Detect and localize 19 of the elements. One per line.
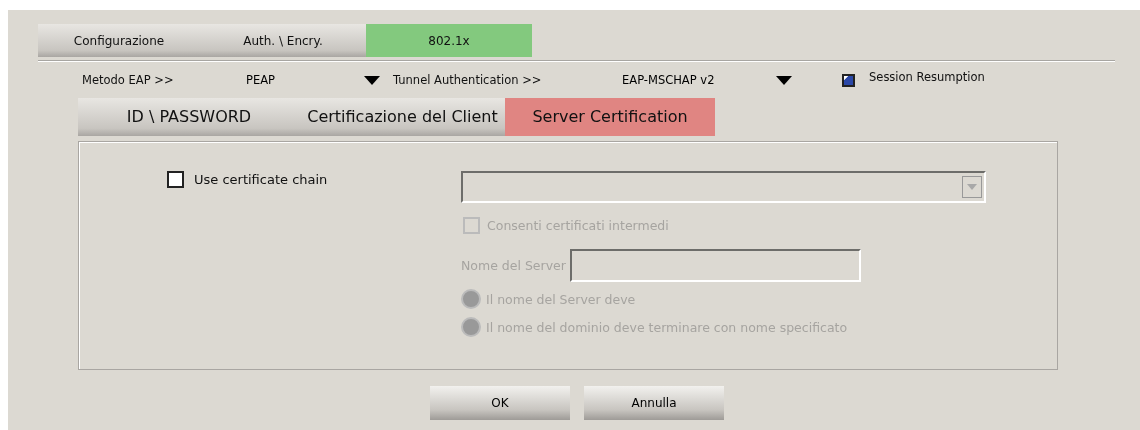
- checkbox-label: Use certificate chain: [194, 171, 328, 188]
- tab[interactable]: Certificazione del Client: [300, 98, 505, 136]
- tab[interactable]: 802.1x: [366, 24, 532, 57]
- caret-icon: [776, 75, 792, 85]
- tab[interactable]: Configurazione: [38, 24, 200, 57]
- session-resumption-checkbox[interactable]: [842, 73, 855, 87]
- tab[interactable]: ID \ PASSWORD: [78, 98, 300, 136]
- tab[interactable]: Server Certification: [505, 98, 715, 136]
- session-resumption-label: Session Resumption: [869, 70, 985, 84]
- tab[interactable]: Auth. \ Encry.: [200, 24, 366, 57]
- caret-icon: [967, 184, 977, 190]
- dialog-button[interactable]: Annulla: [584, 386, 724, 420]
- eap-method-dropdown[interactable]: PEAP: [246, 73, 380, 87]
- checkbox[interactable]: [167, 171, 184, 188]
- caret-icon: [364, 75, 380, 85]
- dialog-button[interactable]: OK: [430, 386, 570, 420]
- tunnel-authentication-label: Tunnel Authentication >>: [393, 73, 543, 87]
- tunnel-authentication-dropdown[interactable]: EAP-MSCHAP v2: [622, 73, 792, 87]
- eap-method-label: Metodo EAP >>: [82, 73, 175, 87]
